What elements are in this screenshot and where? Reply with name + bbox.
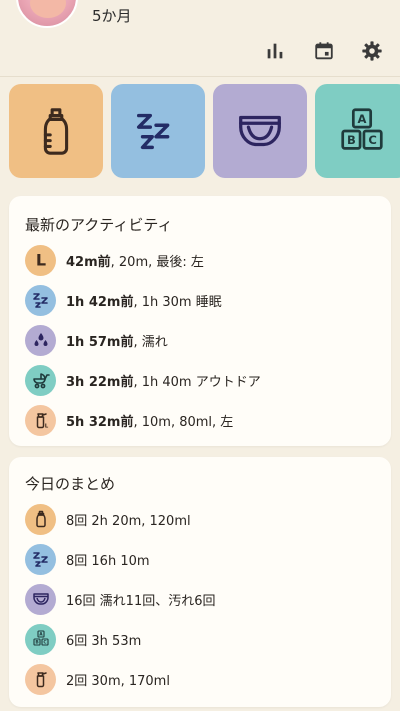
- droplets-icon: [25, 324, 56, 356]
- svg-text:L: L: [35, 251, 45, 270]
- abc-blocks-icon: A B C: [341, 108, 383, 150]
- recent-activity-time: 1h 42m前: [66, 294, 134, 310]
- play-tile-button[interactable]: A B C: [315, 84, 400, 178]
- summary-row-play[interactable]: ABC 6回 3h 53m: [25, 623, 385, 655]
- summary-row-diaper[interactable]: 16回 濡れ11回、汚れ6回: [25, 583, 385, 615]
- summary-row-feeding[interactable]: 8回 2h 20m, 120ml: [25, 503, 385, 535]
- summary-row-sleep[interactable]: 8回 16h 10m: [25, 543, 385, 575]
- gear-icon[interactable]: [359, 38, 385, 64]
- recent-activity-text: 42m前, 20m, 最後: 左: [66, 251, 204, 270]
- recent-activity-text: 5h 32m前, 10m, 80ml, 左: [66, 411, 233, 430]
- recent-activity-text: 1h 42m前, 1h 30m 睡眠: [66, 291, 222, 310]
- today-summary-title: 今日のまとめ: [25, 475, 116, 493]
- today-summary-card: 今日のまとめ 8回 2h 20m, 120ml 8回 16h 10m 16回 濡…: [9, 457, 391, 707]
- quick-action-tiles: A B C: [0, 84, 400, 180]
- summary-text: 6回 3h 53m: [66, 633, 142, 649]
- baby-age-label: 5か月: [92, 7, 132, 25]
- avatar-face: [30, 0, 66, 18]
- baby-avatar[interactable]: [16, 0, 78, 28]
- diaper-icon: [25, 583, 56, 615]
- recent-activity-title: 最新のアクティビティ: [25, 216, 173, 234]
- svg-text:A: A: [358, 112, 367, 126]
- top-header: 5か月: [0, 0, 400, 76]
- recent-activity-time: 1h 57m前: [66, 334, 134, 350]
- recent-activity-text: 3h 22m前, 1h 40m アウトドア: [66, 371, 261, 390]
- recent-activity-detail: , 1h 30m 睡眠: [133, 294, 222, 310]
- recent-activity-time: 3h 22m前: [66, 374, 134, 390]
- recent-activity-row-diaper[interactable]: 1h 57m前, 濡れ: [25, 324, 385, 356]
- letter-l-icon: L: [25, 244, 56, 276]
- recent-activity-detail: , 濡れ: [133, 334, 168, 350]
- svg-text:B: B: [347, 133, 356, 147]
- abc-blocks-icon: ABC: [25, 623, 56, 655]
- pump-bottle-icon: L: [25, 404, 56, 436]
- bottle-icon: [43, 108, 69, 155]
- recent-activity-row-outdoor[interactable]: 3h 22m前, 1h 40m アウトドア: [25, 364, 385, 396]
- summary-text: 8回 2h 20m, 120ml: [66, 513, 191, 529]
- bottle-icon: [25, 503, 56, 535]
- svg-text:A: A: [39, 632, 43, 638]
- zzz-icon: [25, 543, 56, 575]
- recent-activity-row-feeding[interactable]: L 42m前, 20m, 最後: 左: [25, 244, 385, 276]
- recent-activity-time: 5h 32m前: [66, 414, 134, 430]
- recent-activity-detail: , 10m, 80ml, 左: [133, 414, 234, 430]
- recent-activity-text: 1h 57m前, 濡れ: [66, 331, 168, 350]
- svg-text:C: C: [43, 640, 46, 646]
- calendar-icon[interactable]: [311, 38, 337, 64]
- stroller-icon: [25, 364, 56, 396]
- recent-activity-row-pumping[interactable]: L 5h 32m前, 10m, 80ml, 左: [25, 404, 385, 436]
- recent-activity-detail: , 1h 40m アウトドア: [133, 374, 261, 390]
- diaper-icon: [239, 115, 281, 147]
- header-divider: [0, 76, 400, 77]
- summary-text: 8回 16h 10m: [66, 553, 150, 569]
- recent-activity-time: 42m前: [66, 254, 111, 270]
- recent-activity-card: 最新のアクティビティ L 42m前, 20m, 最後: 左 1h 42m前, 1…: [9, 196, 391, 446]
- diaper-tile-button[interactable]: [213, 84, 307, 178]
- recent-activity-detail: , 20m, 最後: 左: [110, 254, 204, 270]
- feeding-tile-button[interactable]: [9, 84, 103, 178]
- zzz-icon: [25, 284, 56, 316]
- zzz-icon: [136, 113, 170, 150]
- svg-text:C: C: [368, 133, 377, 147]
- recent-activity-row-sleep[interactable]: 1h 42m前, 1h 30m 睡眠: [25, 284, 385, 316]
- svg-text:L: L: [44, 424, 48, 430]
- summary-text: 2回 30m, 170ml: [66, 673, 170, 689]
- summary-text: 16回 濡れ11回、汚れ6回: [66, 593, 216, 609]
- pump-bottle-icon: [25, 663, 56, 695]
- summary-row-pumping[interactable]: 2回 30m, 170ml: [25, 663, 385, 695]
- bar-chart-icon[interactable]: [262, 38, 288, 64]
- sleep-tile-button[interactable]: [111, 84, 205, 178]
